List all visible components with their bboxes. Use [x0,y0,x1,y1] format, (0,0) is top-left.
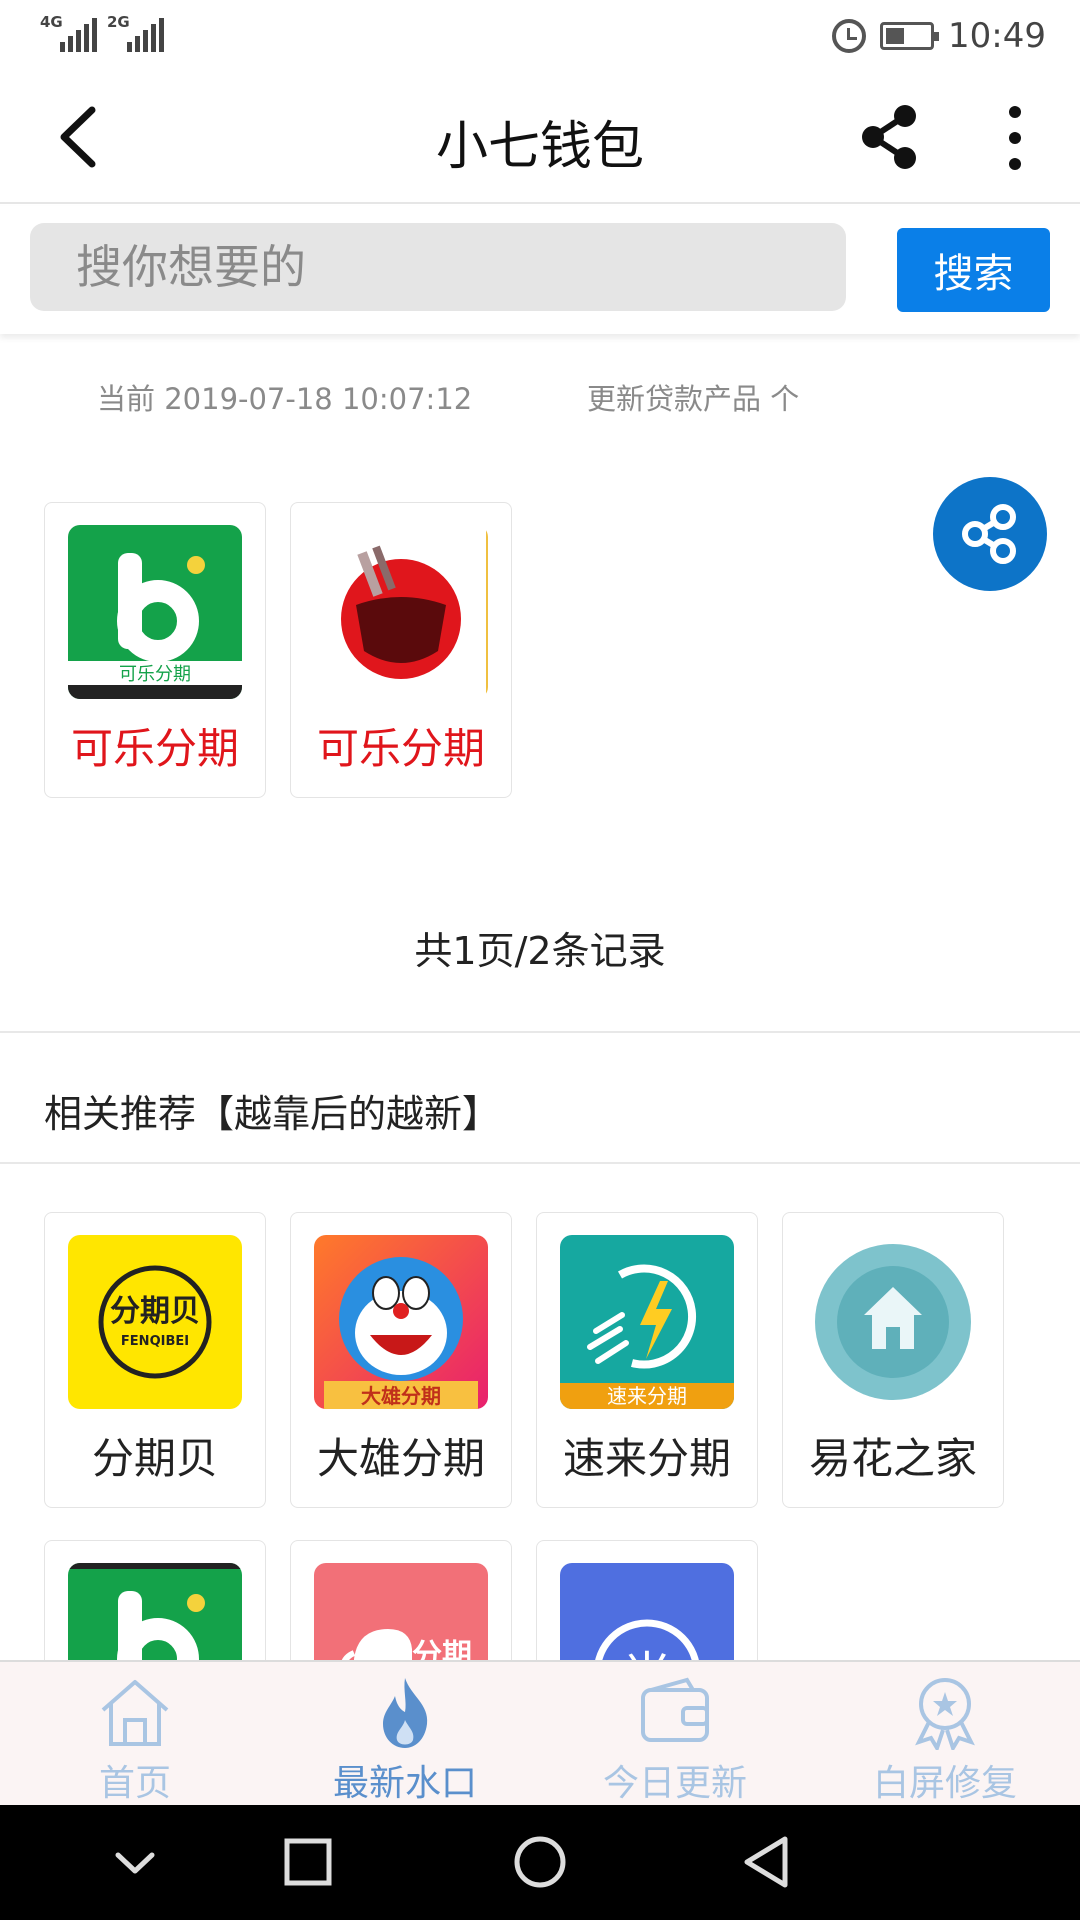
result-name: 可乐分期 [316,724,485,773]
tab-label: 最新水口 [332,1763,477,1804]
kele-b-logo-icon: 可乐分期 [68,525,242,699]
fenqibei-logo-icon: 分期贝 FENQIBEI [68,1235,242,1409]
search-bar: 搜索 [0,206,1080,334]
award-badge-icon [915,1678,975,1750]
result-card[interactable]: 可乐分期 [290,502,512,798]
search-input[interactable] [30,223,846,311]
recommend-card[interactable]: 易花之家 [782,1212,1004,1508]
tab-home[interactable]: 首页 [0,1662,270,1807]
bottom-tab-bar: 首页 最新水口 今日更新 白屏修复 [0,1660,1080,1805]
tab-latest[interactable]: 最新水口 [270,1662,540,1807]
tab-label: 白屏修复 [872,1763,1017,1804]
floating-share-button[interactable] [933,477,1047,591]
nav-recents-button[interactable] [273,1827,343,1897]
alarm-icon [832,19,867,53]
recommend-card[interactable]: 分期贝 FENQIBEI 分期贝 [44,1212,266,1508]
svg-text:分期贝: 分期贝 [110,1294,200,1329]
flame-icon [383,1678,428,1748]
more-vertical-icon [1009,106,1021,170]
recommend-name: 分期贝 [91,1434,218,1483]
triangle-back-icon [744,1836,788,1888]
sulai-lightning-logo-icon: 速来分期 [560,1235,734,1409]
signal-1-label: 4G [40,13,63,31]
divider [0,1031,1080,1033]
more-options-button[interactable] [985,102,1045,172]
share-icon [962,504,1016,564]
signal-4g-icon: 4G [40,14,97,52]
signal-2-label: 2G [107,13,130,31]
nav-back-button[interactable] [733,1827,803,1897]
recommend-card[interactable]: 速来分期 速来分期 [536,1212,758,1508]
result-card[interactable]: 可乐分期 可乐分期 [44,502,266,798]
tab-label: 今日更新 [602,1763,747,1804]
share-button[interactable] [855,102,925,172]
tab-today-update[interactable]: 今日更新 [540,1662,810,1807]
svg-text:大雄分期: 大雄分期 [361,1384,441,1408]
pagination-info: 共1页/2条记录 [414,929,666,973]
recommend-section-title: 相关推荐【越靠后的越新】 [44,1092,501,1136]
chevron-down-icon [115,1852,155,1874]
battery-icon [880,22,940,50]
result-name: 可乐分期 [70,724,239,773]
svg-text:FENQIBEI: FENQIBEI [121,1334,189,1349]
clock: 10:49 [948,16,1046,56]
signal-2g-icon: 2G [107,14,164,52]
tab-label: 首页 [98,1763,171,1804]
circle-icon [514,1836,566,1888]
nav-collapse-button[interactable] [100,1827,170,1897]
update-count-text: 更新贷款产品 个 [587,382,800,416]
svg-text:可乐分期: 可乐分期 [119,664,191,685]
wallet-icon [641,1677,709,1742]
square-icon [284,1838,332,1886]
share-icon [862,105,916,169]
app-bar: 小七钱包 [0,72,1080,204]
system-navigation-bar [0,1805,1080,1920]
status-bar: 4G 2G 10:49 [0,0,1080,72]
nav-home-button[interactable] [505,1827,575,1897]
tab-whitescreen-fix[interactable]: 白屏修复 [810,1662,1080,1807]
daxiong-doraemon-logo-icon: 大雄分期 [314,1235,488,1409]
home-icon [101,1680,169,1746]
svg-text:速来分期: 速来分期 [607,1384,687,1408]
yihua-house-logo-icon [806,1235,980,1409]
recommend-name: 速来分期 [562,1434,731,1483]
divider [0,1162,1080,1164]
recommend-name: 易花之家 [808,1434,977,1483]
recommend-card[interactable]: 大雄分期 大雄分期 [290,1212,512,1508]
recommend-name: 大雄分期 [316,1434,485,1483]
search-button[interactable]: 搜索 [897,228,1050,312]
current-time-text: 当前 2019-07-18 10:07:12 [97,382,473,416]
cola-glass-logo-icon [314,525,488,699]
